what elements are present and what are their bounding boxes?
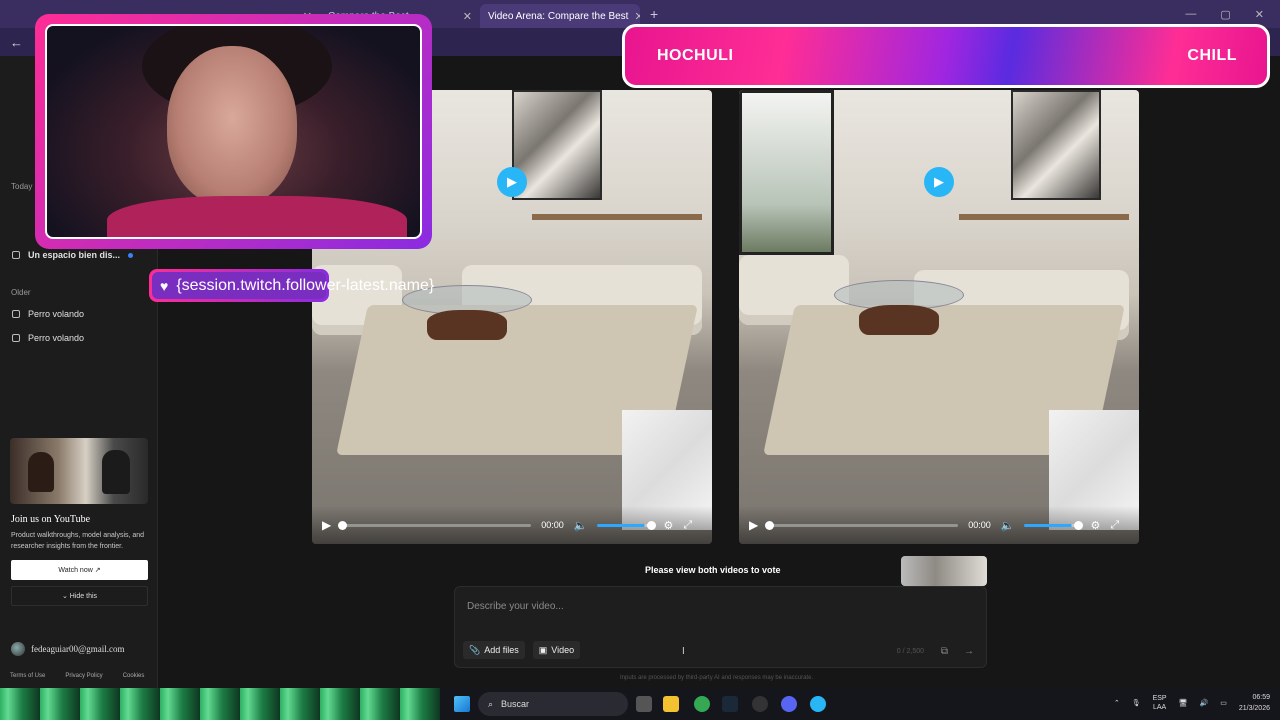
terms-link[interactable]: Terms of Use <box>10 673 45 679</box>
settings-gear-icon[interactable]: ⚙ <box>663 519 673 532</box>
disclaimer: Inputs are processed by third-party AI a… <box>620 675 814 681</box>
banner-right-text: CHILL <box>1187 47 1237 64</box>
file-explorer-icon[interactable] <box>663 696 679 712</box>
speaker-icon[interactable]: 🔊 <box>1200 699 1209 707</box>
volume-icon[interactable]: 🔈 <box>1001 519 1015 532</box>
browser-icon[interactable] <box>810 696 826 712</box>
vote-message: Please view both videos to vote <box>645 565 781 575</box>
volume-slider[interactable] <box>597 520 657 530</box>
video-mode-button[interactable]: ▣ Video <box>532 641 581 659</box>
play-button[interactable]: ▶ <box>749 518 758 532</box>
volume-handle[interactable] <box>1074 520 1084 530</box>
latest-follower-overlay: ♥ {session.twitch.follower-latest.name} <box>149 269 434 302</box>
seek-handle[interactable] <box>765 520 775 530</box>
steam-icon[interactable] <box>722 696 738 712</box>
seek-handle[interactable] <box>338 520 348 530</box>
youtube-title: Join us on YouTube <box>11 514 91 525</box>
video-controls: ▶ 00:00 🔈 ⚙ ⤢ <box>312 506 712 544</box>
sidebar-item-chat[interactable]: Perro volando <box>12 309 152 319</box>
back-arrow-icon[interactable]: ← <box>10 35 23 50</box>
settings-gear-icon[interactable]: ⚙ <box>1090 519 1100 532</box>
youtube-promo-card: Join us on YouTube Product walkthroughs,… <box>8 438 150 618</box>
char-counter: 0 / 2,500 <box>896 648 924 655</box>
time-display: 00:00 <box>968 520 991 530</box>
describe-video-input[interactable] <box>467 601 887 612</box>
search-icon: ⌕ <box>488 698 494 709</box>
minimize-icon[interactable]: — <box>1185 8 1196 21</box>
sidebar-item-chat[interactable]: Un espacio bien dis... <box>12 250 152 260</box>
new-tab-button[interactable]: + <box>640 6 668 22</box>
image-icon[interactable]: ⧉ <box>941 646 948 657</box>
paperclip-icon: 📎 <box>469 644 481 655</box>
clock[interactable]: 06:59 21/3/2026 <box>1239 692 1270 714</box>
today-label: Today <box>11 182 33 191</box>
network-icon[interactable]: 🖥 <box>1179 699 1188 707</box>
send-arrow-icon[interactable]: → <box>964 646 974 657</box>
chat-icon <box>12 310 20 318</box>
language-indicator[interactable]: ESP LAA <box>1153 694 1167 712</box>
youtube-thumbnail <box>10 438 148 504</box>
time-display: 00:00 <box>541 520 564 530</box>
taskbar: ⌕ Buscar ⌃ 🎙 ESP LAA 🖥 🔊 ▭ 06:59 21/3/2026 <box>0 688 1280 720</box>
volume-handle[interactable] <box>647 520 657 530</box>
watch-now-button[interactable]: Watch now ↗ <box>11 560 148 580</box>
hide-this-button[interactable]: ⌄ Hide this <box>11 586 148 606</box>
chevron-up-icon[interactable]: ⌃ <box>1114 699 1120 707</box>
play-icon[interactable]: ▶ <box>924 167 954 197</box>
banner-left-text: HOCHULI <box>657 47 734 64</box>
text-cursor-icon: I <box>682 646 685 657</box>
obs-icon[interactable] <box>752 696 768 712</box>
video-icon: ▣ <box>538 644 548 655</box>
youtube-description: Product walkthroughs, model analysis, an… <box>11 532 145 550</box>
video-controls: ▶ 00:00 🔈 ⚙ ⤢ <box>739 506 1139 544</box>
stream-banner: HOCHULI CHILL <box>622 24 1270 88</box>
seek-bar[interactable] <box>765 520 959 530</box>
microphone-icon[interactable]: 🎙 <box>1132 699 1141 707</box>
seek-bar[interactable] <box>338 520 532 530</box>
add-files-button[interactable]: 📎 Add files <box>463 641 525 659</box>
play-icon[interactable]: ▶ <box>497 167 527 197</box>
sidebar-item-chat[interactable]: Perro volando <box>12 333 152 343</box>
privacy-link[interactable]: Privacy Policy <box>65 673 102 679</box>
video-frame <box>739 90 1139 544</box>
attachment-thumbnail[interactable] <box>901 556 987 586</box>
close-window-icon[interactable]: ✕ <box>1255 8 1264 21</box>
chrome-icon[interactable] <box>694 696 710 712</box>
volume-slider[interactable] <box>1024 520 1084 530</box>
cookies-link[interactable]: Cookies <box>123 673 145 679</box>
user-account[interactable]: fedeaguiar00@gmail.com <box>11 642 125 656</box>
fullscreen-icon[interactable]: ⤢ <box>683 519 692 532</box>
webcam-overlay <box>35 14 432 249</box>
taskbar-search[interactable]: ⌕ Buscar <box>478 692 628 716</box>
avatar <box>11 642 25 656</box>
windows-start-icon[interactable] <box>454 696 470 712</box>
prompt-box: 📎Add files ▣Video 0 / 2,500 ⧉ → <box>454 586 987 668</box>
volume-icon[interactable]: 🔈 <box>574 519 588 532</box>
older-label: Older <box>11 288 31 297</box>
window-controls: — ▢ ✕ <box>1185 8 1280 21</box>
webcam-feed <box>45 24 422 239</box>
chat-icon <box>12 251 20 259</box>
task-view-icon[interactable] <box>636 696 652 712</box>
maximize-icon[interactable]: ▢ <box>1220 8 1230 21</box>
browser-tab-active[interactable]: Video Arena: Compare the Best ✕ <box>480 4 640 28</box>
unread-dot <box>128 252 134 258</box>
discord-icon[interactable] <box>781 696 797 712</box>
video-player-b[interactable]: ▶ ▶ 00:00 🔈 ⚙ ⤢ <box>739 90 1139 544</box>
close-icon[interactable]: ✕ <box>463 10 472 23</box>
heart-icon: ♥ <box>160 277 169 294</box>
battery-icon[interactable]: ▭ <box>1220 699 1227 707</box>
chat-icon <box>12 334 20 342</box>
system-tray: ⌃ 🎙 ESP LAA 🖥 🔊 ▭ 06:59 21/3/2026 <box>1114 692 1270 714</box>
footer-links: Terms of Use Privacy Policy Cookies <box>10 673 144 679</box>
fullscreen-icon[interactable]: ⤢ <box>1110 519 1119 532</box>
play-button[interactable]: ▶ <box>322 518 331 532</box>
